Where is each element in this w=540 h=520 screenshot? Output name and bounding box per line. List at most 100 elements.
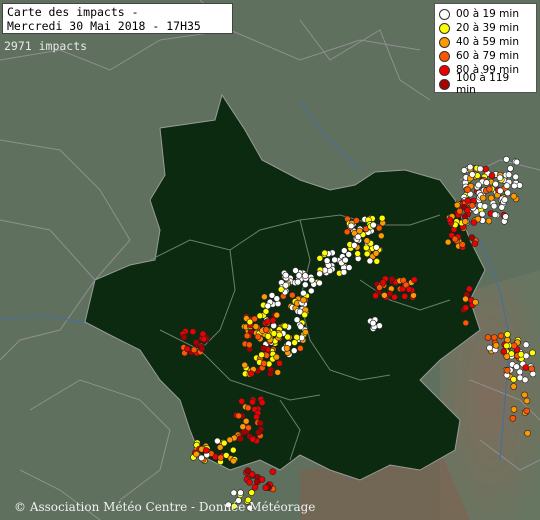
strike-dot (503, 342, 510, 350)
strike-dot (246, 341, 253, 349)
strike-dot (464, 206, 471, 214)
strike-dot (190, 346, 198, 354)
strike-dot (461, 218, 469, 225)
legend-label-1: 20 à 39 min (456, 22, 519, 34)
strike-dot (262, 484, 270, 492)
strike-dot (302, 328, 309, 336)
strike-dot (488, 172, 496, 179)
strike-dot (468, 171, 476, 178)
legend-item-1: 20 à 39 min (439, 21, 532, 35)
strike-dot (373, 244, 380, 251)
strike-dot (521, 391, 528, 399)
strike-dot (502, 213, 509, 220)
strike-dot (504, 189, 512, 197)
legend-swatch-1 (439, 22, 450, 34)
strike-dot (239, 423, 247, 431)
strike-dot (528, 365, 535, 373)
strike-dot (501, 196, 509, 203)
strike-dot (237, 435, 244, 443)
strike-dot (248, 370, 255, 378)
strike-dot (471, 240, 479, 247)
strike-dot (363, 250, 371, 258)
strike-dot (496, 174, 504, 182)
strike-dot (293, 316, 301, 324)
legend-item-2: 40 à 59 min (439, 35, 532, 49)
strike-dot (180, 333, 188, 341)
strike-dot (316, 254, 324, 262)
strike-dot (340, 268, 348, 276)
strike-dot (492, 342, 500, 349)
time-legend: 00 à 19 min 20 à 39 min 40 à 59 min 60 à… (434, 3, 537, 96)
strike-dot (459, 241, 466, 248)
strike-dot (226, 436, 234, 444)
strike-dot (254, 333, 262, 341)
strike-dot (264, 302, 272, 310)
strike-dot (321, 249, 329, 257)
strike-dot (468, 202, 476, 209)
strike-dot (260, 360, 268, 367)
strike-dot (356, 227, 363, 235)
strike-dot (261, 293, 268, 301)
strike-dot (276, 331, 283, 339)
strike-dot (331, 256, 338, 264)
strike-dot (198, 454, 205, 462)
strike-dot (255, 428, 263, 436)
strike-dot (253, 478, 261, 486)
strike-dot (241, 361, 248, 369)
strike-dot (198, 345, 206, 352)
strike-dot (522, 341, 530, 349)
strike-dot (257, 419, 264, 427)
strike-dot (444, 238, 452, 246)
strike-dot (512, 173, 520, 181)
strike-dot (464, 186, 471, 193)
strike-dot (273, 295, 281, 302)
strike-dot (386, 290, 394, 298)
strike-dot (484, 334, 492, 341)
strike-dot (230, 446, 237, 454)
legend-swatch-4 (439, 64, 450, 76)
legend-label-3: 60 à 79 min (456, 50, 519, 62)
strike-dot (294, 278, 302, 286)
strike-dot (482, 165, 489, 173)
strike-dot (246, 478, 253, 486)
strike-dot (246, 318, 254, 326)
strike-dot (363, 237, 371, 244)
strike-dot (503, 182, 511, 189)
strike-dot (307, 287, 315, 295)
strike-dot (370, 221, 377, 229)
strike-dot (295, 272, 303, 279)
strike-dot (301, 281, 309, 289)
strike-dot (451, 235, 459, 243)
strike-dot (486, 344, 493, 352)
strike-dot (517, 350, 525, 358)
strike-dot (373, 257, 381, 265)
strike-dot (297, 323, 305, 331)
strike-dot (464, 197, 472, 204)
strike-dot (510, 375, 517, 383)
strike-dot (301, 311, 309, 319)
strike-dot (478, 210, 486, 218)
strike-dot (516, 368, 524, 376)
strike-dot (269, 468, 277, 476)
strike-dot (244, 467, 252, 475)
strike-dot (184, 345, 191, 353)
strike-dot (262, 308, 270, 315)
strike-dot (244, 404, 252, 412)
strike-dot (193, 450, 200, 458)
strike-dot (476, 165, 484, 173)
strike-dot (262, 326, 270, 333)
strike-dot (230, 489, 238, 497)
strike-dot (342, 256, 349, 264)
strike-dot (510, 406, 518, 413)
strike-dot (291, 339, 298, 346)
strike-dot (462, 304, 470, 312)
strike-dot (401, 292, 409, 300)
strike-dot (200, 335, 208, 343)
legend-swatch-0 (439, 8, 450, 20)
strike-dot (523, 397, 531, 405)
strike-dot (500, 348, 508, 355)
legend-swatch-2 (439, 36, 450, 48)
strike-dot (316, 270, 323, 278)
legend-item-3: 60 à 79 min (439, 49, 532, 63)
strike-dot (510, 383, 518, 390)
